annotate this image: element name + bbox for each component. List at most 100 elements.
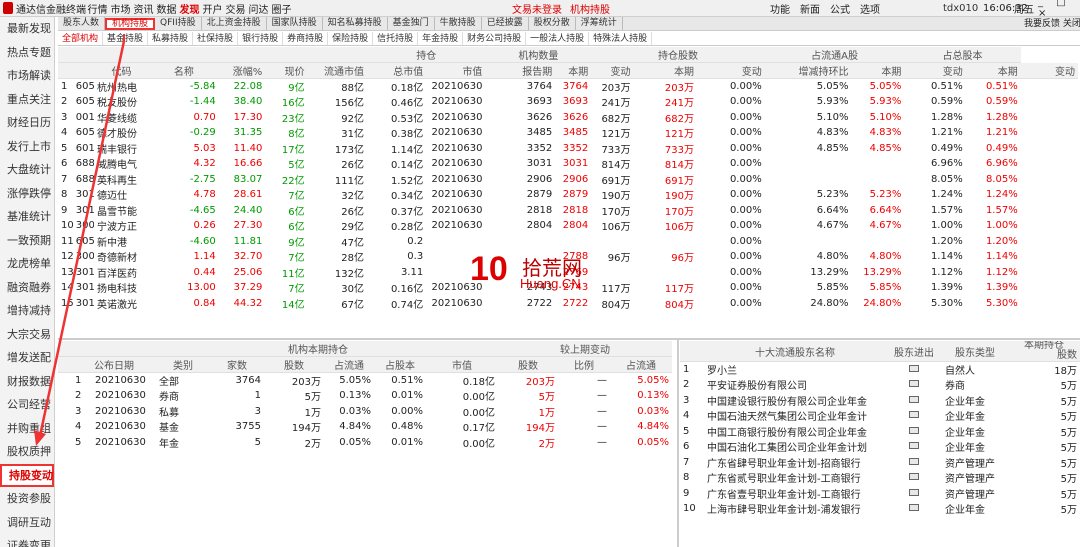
- top-menu-item[interactable]: 行情: [86, 1, 109, 16]
- table-row[interactable]: 8 广东省贰号职业年金计划-工商银行 资产管理产 5万: [680, 470, 1080, 486]
- table-row[interactable]: 1 20210630 全部 3764 203万 5.05% 0.51% 0.18亿 203万 — 5…: [58, 373, 672, 388]
- table-row[interactable]: 2 平安证券股份有限公司 券商 5万: [680, 377, 1080, 393]
- top-menu-item[interactable]: 数据: [155, 1, 178, 16]
- promo-link-2[interactable]: 机构持股: [570, 1, 610, 16]
- holder-io-cell[interactable]: [886, 455, 942, 471]
- sidebar-item[interactable]: 热点专题: [0, 41, 54, 65]
- mail-icon[interactable]: [909, 488, 919, 496]
- sidebar-item[interactable]: 并购重组: [0, 417, 54, 441]
- header-cell[interactable]: 本期: [851, 62, 905, 79]
- sidebar-item[interactable]: 增持减持: [0, 299, 54, 323]
- header-cell[interactable]: 流通市值: [307, 62, 367, 79]
- header-cell[interactable]: 变动: [591, 62, 634, 79]
- sidebar-item[interactable]: 财经日历: [0, 111, 54, 135]
- holder-io-cell[interactable]: [886, 501, 942, 517]
- holder-io-cell[interactable]: [886, 470, 942, 486]
- top-menu-item[interactable]: 开户: [201, 1, 224, 16]
- top-menu-item[interactable]: 问达: [247, 1, 270, 16]
- sidebar-item[interactable]: 调研互动: [0, 511, 54, 535]
- category-tab[interactable]: 牛散持股: [435, 17, 482, 30]
- holder-io-cell[interactable]: [886, 424, 942, 440]
- table-row[interactable]: 7 广东省肆号职业年金计划-招商银行 资产管理产 5万: [680, 455, 1080, 471]
- category-tab[interactable]: 浮筹统计: [576, 17, 623, 30]
- table-row[interactable]: 5 601528瑞丰银行 5.03 11.40 17亿 173亿 1.14亿 20210630…: [58, 141, 1078, 157]
- category-tab[interactable]: 股东人数: [58, 17, 106, 30]
- pane-divider[interactable]: [58, 338, 1080, 340]
- right-menu-item[interactable]: 功能: [770, 1, 790, 16]
- table-row[interactable]: 1 605011杭州热电 -5.84 22.08 9亿 88亿 0.18亿 20210630 3…: [58, 79, 1078, 94]
- mail-icon[interactable]: [909, 426, 919, 434]
- sidebar-item[interactable]: 持股变动: [0, 463, 54, 487]
- mail-icon[interactable]: [909, 380, 919, 388]
- category-tab[interactable]: 知名私募持股: [323, 17, 388, 30]
- holder-io-cell[interactable]: [886, 393, 942, 409]
- sidebar-item[interactable]: 涨停跌停: [0, 182, 54, 206]
- institution-tab[interactable]: 私募持股: [148, 32, 194, 45]
- sidebar-item[interactable]: 财报数据: [0, 370, 54, 394]
- table-row[interactable]: 11605162新中港 -4.60 11.81 9亿 47亿 0.2 0.00% 1.20% 1…: [58, 234, 1078, 250]
- table-row[interactable]: 9 广东省壹号职业年金计划-工商银行 资产管理产 5万: [680, 486, 1080, 502]
- table-row[interactable]: 6 688226威腾电气 4.32 16.66 5亿 26亿 0.14亿 20210630 30…: [58, 156, 1078, 172]
- table-row[interactable]: 5 20210630 年金 5 2万 0.05% 0.01% 0.00亿 2万 — 0.05%: [58, 435, 672, 451]
- mail-icon[interactable]: [909, 411, 919, 419]
- holder-io-cell[interactable]: [886, 362, 942, 378]
- header-cell[interactable]: 代码: [93, 62, 149, 79]
- institution-tab[interactable]: 一般法人持股: [526, 32, 590, 45]
- top-menu-item[interactable]: 圈子: [270, 1, 293, 16]
- table-row[interactable]: 9 301010晶雪节能 -4.65 24.40 6亿 26亿 0.37亿 20210630 2…: [58, 203, 1078, 219]
- header-cell[interactable]: 市值: [426, 62, 486, 79]
- header-cell[interactable]: 变动: [1020, 62, 1078, 79]
- category-tab[interactable]: 北上资金持股: [202, 17, 267, 30]
- table-row[interactable]: 4 中国石油天然气集团公司企业年金计 企业年金 5万: [680, 408, 1080, 424]
- institution-tab[interactable]: 券商持股: [283, 32, 329, 45]
- institution-tab[interactable]: 信托持股: [373, 32, 419, 45]
- table-row[interactable]: 3 001208华菱线缆 0.70 17.30 23亿 92亿 0.53亿 20210630 3…: [58, 110, 1078, 126]
- holder-io-cell[interactable]: [886, 377, 942, 393]
- mail-icon[interactable]: [909, 395, 919, 403]
- table-row[interactable]: 5 中国工商银行股份有限公司企业年金 企业年金 5万: [680, 424, 1080, 440]
- table-row[interactable]: 7 688087英科再生 -2.75 83.07 22亿 111亿 1.52亿 2021063…: [58, 172, 1078, 188]
- sidebar-item[interactable]: 市场解读: [0, 64, 54, 88]
- sidebar-item[interactable]: 一致预期: [0, 229, 54, 253]
- holder-io-cell[interactable]: [886, 408, 942, 424]
- promo-link-1[interactable]: 文易未登录: [512, 1, 562, 16]
- header-cell[interactable]: 本期: [633, 62, 697, 79]
- header-cell[interactable]: 变动: [904, 62, 966, 79]
- category-tab[interactable]: QFII持股: [155, 17, 202, 30]
- table-row[interactable]: 3 20210630 私募 3 1万 0.03% 0.00% 0.00亿 1万 — 0.03%: [58, 404, 672, 420]
- table-row[interactable]: 3 中国建设银行股份有限公司企业年金 企业年金 5万: [680, 393, 1080, 409]
- pane-vdivider[interactable]: [677, 340, 679, 547]
- table-row[interactable]: 4 605287德才股份 -0.29 31.35 8亿 31亿 0.38亿 20210630 3…: [58, 125, 1078, 141]
- table-row[interactable]: 8 301007德迈仕 4.78 28.61 7亿 32亿 0.34亿 20210630 287…: [58, 187, 1078, 203]
- institution-tab[interactable]: 社保持股: [193, 32, 239, 45]
- header-cell[interactable]: 本期: [965, 62, 1021, 79]
- header-cell[interactable]: 变动: [697, 62, 765, 79]
- header-cell[interactable]: 总市值: [366, 62, 427, 79]
- table-row[interactable]: 1 罗小兰 自然人 18万: [680, 362, 1080, 378]
- mail-icon[interactable]: [909, 457, 919, 465]
- top-menu-item[interactable]: 市场: [109, 1, 132, 16]
- sidebar-item[interactable]: 融资融券: [0, 276, 54, 300]
- institution-tab[interactable]: 银行持股: [238, 32, 284, 45]
- holder-io-cell[interactable]: [886, 439, 942, 455]
- institution-tab[interactable]: 特殊法人持股: [589, 32, 653, 45]
- mail-icon[interactable]: [909, 504, 919, 512]
- institution-tab[interactable]: 保险持股: [328, 32, 374, 45]
- header-cell[interactable]: 现价: [265, 62, 308, 79]
- sidebar-item[interactable]: 投资参股: [0, 487, 54, 511]
- right-menu-item[interactable]: 新面: [800, 1, 820, 16]
- sidebar-item[interactable]: 基准统计: [0, 205, 54, 229]
- right-menu-item[interactable]: 公式: [830, 1, 850, 16]
- institution-tab[interactable]: 基金持股: [103, 32, 149, 45]
- sidebar-item[interactable]: 龙虎榜单: [0, 252, 54, 276]
- sidebar-item[interactable]: 重点关注: [0, 88, 54, 112]
- category-tab[interactable]: 已经披露: [482, 17, 529, 30]
- right-menu-item[interactable]: 选项: [860, 1, 880, 16]
- category-tab[interactable]: 基金独门: [388, 17, 435, 30]
- category-tab[interactable]: 国家队持股: [267, 17, 323, 30]
- header-cell[interactable]: 增减持环比: [764, 62, 852, 79]
- category-tab[interactable]: 股权分散: [529, 17, 576, 30]
- table-row[interactable]: 4 20210630 基金 3755 194万 4.84% 0.48% 0.17亿 194万 — 4…: [58, 419, 672, 435]
- header-cell[interactable]: 涨幅%: [218, 62, 266, 79]
- feedback-close[interactable]: 我要反馈 关闭: [1024, 17, 1080, 31]
